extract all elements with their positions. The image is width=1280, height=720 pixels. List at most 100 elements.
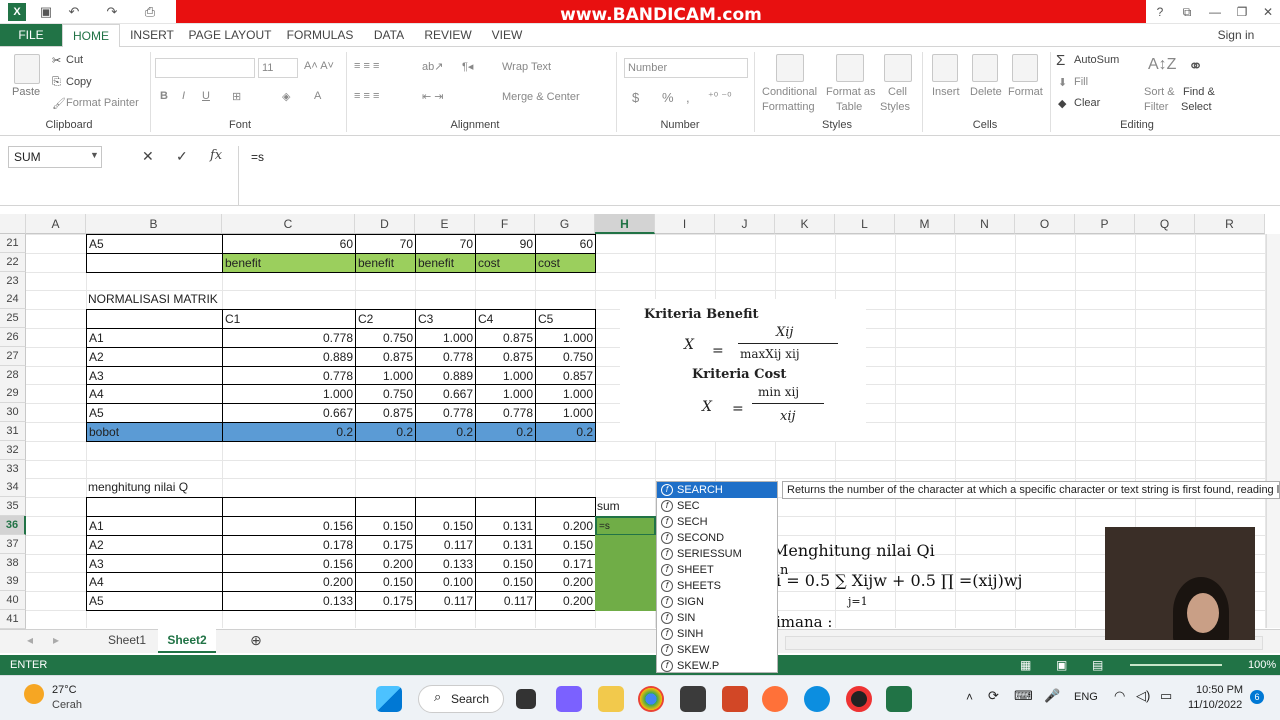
merge-center-button[interactable]: Merge & Center xyxy=(502,91,580,103)
autocomplete-item[interactable]: f SIGN xyxy=(657,594,777,610)
battery-icon[interactable]: ▭ xyxy=(1160,688,1172,704)
page-layout-view-icon[interactable]: ▣ xyxy=(1056,655,1067,675)
sync-icon[interactable]: ⟳ xyxy=(988,688,999,704)
file-explorer-icon[interactable] xyxy=(598,686,624,712)
cell-h37[interactable] xyxy=(595,534,656,555)
cell-f38[interactable]: 0.150 xyxy=(475,553,536,574)
cell-g27[interactable]: 0.750 xyxy=(535,346,596,367)
decimal-icon[interactable]: ⁺⁰ ⁻⁰ xyxy=(708,90,732,103)
start-icon[interactable] xyxy=(376,686,402,712)
cell-f27[interactable]: 0.875 xyxy=(475,346,536,367)
clock-time[interactable]: 10:50 PM xyxy=(1196,684,1243,696)
cell-c39[interactable]: 0.200 xyxy=(222,572,356,593)
row-header-31[interactable]: 31 xyxy=(0,422,26,441)
keyboard-icon[interactable]: ⌨ xyxy=(1014,688,1033,704)
cell-d28[interactable]: 1.000 xyxy=(355,365,416,386)
cell-f22[interactable]: cost xyxy=(475,252,536,273)
cell-d37[interactable]: 0.175 xyxy=(355,534,416,555)
row-header-37[interactable]: 37 xyxy=(0,534,26,554)
row-header-38[interactable]: 38 xyxy=(0,553,26,573)
illustrator-icon[interactable] xyxy=(680,686,706,712)
sheet-tab-sheet2[interactable]: Sheet2 xyxy=(158,629,216,653)
column-header-c[interactable]: C xyxy=(222,214,355,234)
cell-g36[interactable]: 0.200 xyxy=(535,516,596,536)
insert-cells-button[interactable]: Insert xyxy=(932,86,960,98)
cell-e35[interactable] xyxy=(415,497,476,517)
cell-d36[interactable]: 0.150 xyxy=(355,516,416,536)
autocomplete-item[interactable]: f SECH xyxy=(657,514,777,530)
cell-b38[interactable]: A3 xyxy=(86,553,223,574)
column-header-j[interactable]: J xyxy=(715,214,775,234)
column-header-o[interactable]: O xyxy=(1015,214,1075,234)
cell-b24[interactable]: NORMALISASI MATRIK xyxy=(86,290,223,310)
cell-b36[interactable]: A1 xyxy=(86,516,223,536)
autocomplete-item[interactable]: f SKEW xyxy=(657,642,777,658)
cell-c35[interactable] xyxy=(222,497,356,517)
cell-h38[interactable] xyxy=(595,553,656,574)
cell-g21[interactable]: 60 xyxy=(535,234,596,254)
cell-d29[interactable]: 0.750 xyxy=(355,384,416,405)
cell-d35[interactable] xyxy=(355,497,416,517)
normal-view-icon[interactable]: ▦ xyxy=(1020,655,1031,675)
cell-d22[interactable]: benefit xyxy=(355,252,416,273)
row-header-29[interactable]: 29 xyxy=(0,384,26,404)
autocomplete-item[interactable]: f SHEET xyxy=(657,562,777,578)
volume-icon[interactable]: ◁) xyxy=(1136,688,1150,704)
cell-e26[interactable]: 1.000 xyxy=(415,328,476,348)
sort-filter-button[interactable]: Sort & xyxy=(1144,86,1175,98)
tab-home[interactable]: HOME xyxy=(62,24,120,47)
print-preview-icon[interactable]: ⎙ xyxy=(140,2,160,22)
cell-g38[interactable]: 0.171 xyxy=(535,553,596,574)
column-header-i[interactable]: I xyxy=(655,214,715,234)
autocomplete-item[interactable]: f SERIESSUM xyxy=(657,546,777,562)
chat-icon[interactable] xyxy=(556,686,582,712)
cell-e21[interactable]: 70 xyxy=(415,234,476,254)
cell-d21[interactable]: 70 xyxy=(355,234,416,254)
grow-font-icon[interactable]: A˄ A˅ xyxy=(304,60,334,72)
delete-cells-button[interactable]: Delete xyxy=(970,86,1002,98)
select-all-corner[interactable] xyxy=(0,214,26,234)
cell-d40[interactable]: 0.175 xyxy=(355,591,416,611)
cell-c40[interactable]: 0.133 xyxy=(222,591,356,611)
help-button[interactable]: ? xyxy=(1148,2,1172,22)
cell-f40[interactable]: 0.117 xyxy=(475,591,536,611)
cell-c21[interactable]: 60 xyxy=(222,234,356,254)
autocomplete-item[interactable]: f SHEETS xyxy=(657,578,777,594)
row-header-33[interactable]: 33 xyxy=(0,459,26,479)
bold-button[interactable]: B xyxy=(160,90,168,102)
column-header-q[interactable]: Q xyxy=(1135,214,1195,234)
clock-date[interactable]: 11/10/2022 xyxy=(1188,699,1242,711)
microphone-icon[interactable]: 🎤 xyxy=(1044,688,1060,704)
column-header-a[interactable]: A xyxy=(26,214,86,234)
cell-c28[interactable]: 0.778 xyxy=(222,365,356,386)
row-header-28[interactable]: 28 xyxy=(0,365,26,385)
cell-e39[interactable]: 0.100 xyxy=(415,572,476,593)
format-cells-button[interactable]: Format xyxy=(1008,86,1043,98)
function-autocomplete-list[interactable]: f SEARCH f SEC f SECH f SECOND f SERIESSUM f SHEET f… xyxy=(656,481,778,673)
column-header-k[interactable]: K xyxy=(775,214,835,234)
cell-c22[interactable]: benefit xyxy=(222,252,356,273)
cell-e37[interactable]: 0.117 xyxy=(415,534,476,555)
cell-f25[interactable]: C4 xyxy=(475,309,536,329)
excel-taskbar-icon[interactable] xyxy=(886,686,912,712)
row-header-39[interactable]: 39 xyxy=(0,572,26,592)
vertical-scrollbar[interactable] xyxy=(1266,234,1280,628)
maximize-button[interactable]: ❐ xyxy=(1230,2,1254,22)
cell-c38[interactable]: 0.156 xyxy=(222,553,356,574)
format-painter-button[interactable]: Format Painter xyxy=(66,97,139,109)
row-header-32[interactable]: 32 xyxy=(0,440,26,460)
paste-button[interactable]: Paste xyxy=(12,86,40,98)
powerpoint-icon[interactable] xyxy=(722,686,748,712)
cell-f36[interactable]: 0.131 xyxy=(475,516,536,536)
cell-f30[interactable]: 0.778 xyxy=(475,403,536,423)
cell-h40[interactable] xyxy=(595,591,656,611)
cell-c37[interactable]: 0.178 xyxy=(222,534,356,555)
cell-g40[interactable]: 0.200 xyxy=(535,591,596,611)
language-indicator[interactable]: ENG xyxy=(1074,691,1098,703)
cell-b27[interactable]: A2 xyxy=(86,346,223,367)
formula-input[interactable]: =s xyxy=(238,146,1262,206)
cell-b35[interactable] xyxy=(86,497,223,517)
minimize-button[interactable]: — xyxy=(1203,2,1227,22)
chevron-up-icon[interactable]: ˄ xyxy=(966,690,973,704)
tab-formulas[interactable]: FORMULAS xyxy=(284,24,356,46)
